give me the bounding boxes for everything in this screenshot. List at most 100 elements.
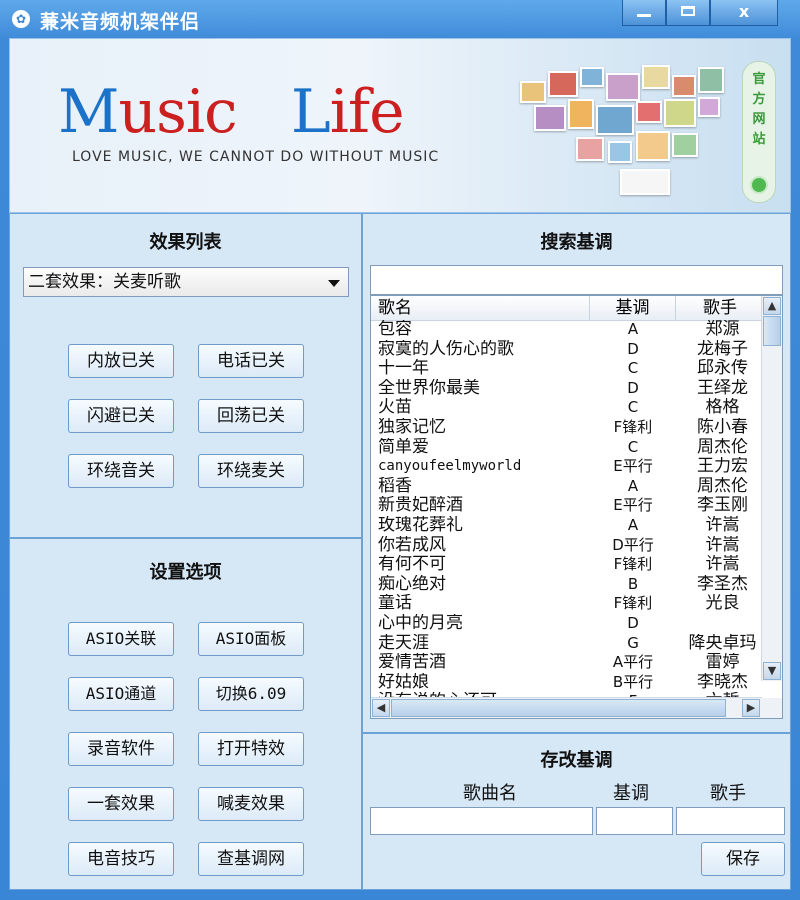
singer-cell: 周杰伦 — [697, 476, 748, 496]
edit-key-title: 存改基调 — [540, 750, 613, 771]
table-row[interactable]: 有何不可 F锋利 许嵩 — [371, 555, 764, 575]
maximize-button[interactable] — [666, 0, 710, 26]
table-row[interactable]: canyoufeelmyworld E平行 王力宏 — [371, 457, 764, 477]
scroll-up-icon[interactable]: ▲ — [763, 297, 781, 315]
minimize-button[interactable] — [622, 0, 666, 26]
scroll-down-icon[interactable]: ▼ — [763, 662, 781, 680]
key-cell: G — [627, 633, 639, 652]
song-cell: canyoufeelmyworld — [378, 458, 522, 475]
table-row[interactable]: 爱情苦酒 A平行 雷婷 — [371, 653, 764, 673]
key-cell: A — [627, 476, 639, 495]
scroll-corner — [762, 698, 782, 718]
song-cell: 包容 — [378, 320, 412, 339]
column-song[interactable]: 歌名 — [371, 296, 590, 320]
electro-tips-button[interactable]: 电音技巧 — [68, 842, 174, 876]
singer-cell: 光良 — [705, 594, 740, 614]
table-row[interactable]: 包容 A 郑源 — [371, 320, 764, 340]
logo-l: L — [290, 77, 331, 147]
search-title: 搜索基调 — [540, 232, 613, 253]
table-row[interactable]: 十一年 C 邱永传 — [371, 359, 764, 379]
scroll-thumb[interactable] — [763, 316, 781, 346]
table-row[interactable]: 稻香 A 周杰伦 — [371, 477, 764, 497]
key-lookup-site-button[interactable]: 查基调网 — [198, 842, 304, 876]
site-globe-icon — [750, 176, 768, 194]
reverb-button[interactable]: 回荡已关 — [198, 399, 304, 433]
song-key-list[interactable]: 歌名 基调 歌手 包容 A 郑源 寂寞的人伤心的歌 D 龙梅子 十一年 C 邱永传 全世界你最美 D… — [370, 295, 783, 719]
table-row[interactable]: 火苗 C 格格 — [371, 398, 764, 418]
table-row[interactable]: 你若成风 D平行 许嵩 — [371, 536, 764, 556]
table-row[interactable]: 全世界你最美 D 王绎龙 — [371, 379, 764, 399]
table-row[interactable]: 痴心绝对 B 李圣杰 — [371, 575, 764, 595]
table-row[interactable]: 新贵妃醉酒 E平行 李玉刚 — [371, 496, 764, 516]
table-row[interactable]: 独家记忆 F锋利 陈小春 — [371, 418, 764, 438]
vertical-scrollbar[interactable]: ▲ ▼ — [761, 296, 782, 681]
song-cell: 十一年 — [378, 359, 429, 379]
inner-play-button[interactable]: 内放已关 — [68, 344, 174, 378]
settings-title: 设置选项 — [149, 562, 222, 583]
save-button[interactable]: 保存 — [701, 842, 785, 876]
key-cell: C — [627, 398, 639, 417]
logo-ife: ife — [329, 77, 405, 147]
app-window: ✿ 蒹米音频机架伴侣 x Music Life LOVE MUSIC, WE C… — [0, 0, 800, 900]
song-cell: 火苗 — [378, 398, 412, 418]
asio-link-button[interactable]: ASIO关联 — [68, 622, 174, 656]
song-name-label: 歌曲名 — [463, 783, 517, 804]
asio-panel-button[interactable]: ASIO面板 — [198, 622, 304, 656]
key-cell: F锋利 — [613, 594, 653, 613]
phone-button[interactable]: 电话已关 — [198, 344, 304, 378]
close-button[interactable]: x — [710, 0, 778, 26]
scroll-right-icon[interactable]: ▶ — [742, 699, 760, 717]
table-row[interactable]: 玫瑰花葬礼 A 许嵩 — [371, 516, 764, 536]
table-row[interactable]: 童话 F锋利 光良 — [371, 594, 764, 614]
effect-preset-select[interactable]: 二套效果：关麦听歌 — [23, 267, 349, 297]
surround-sound-button[interactable]: 环绕音关 — [68, 454, 174, 488]
list-header: 歌名 基调 歌手 — [371, 296, 764, 321]
column-singer[interactable]: 歌手 — [676, 296, 764, 320]
open-effects-button[interactable]: 打开特效 — [198, 732, 304, 766]
table-row[interactable]: 好姑娘 B平行 李晓杰 — [371, 673, 764, 693]
photo-frames-decoration — [480, 61, 750, 201]
table-row[interactable]: 简单爱 C 周杰伦 — [371, 438, 764, 458]
song-cell: 全世界你最美 — [378, 378, 480, 398]
song-cell: 有何不可 — [378, 555, 446, 575]
search-input[interactable] — [370, 265, 783, 295]
asio-channel-button[interactable]: ASIO通道 — [68, 677, 174, 711]
list-rows: 包容 A 郑源 寂寞的人伤心的歌 D 龙梅子 十一年 C 邱永传 全世界你最美 D 王绎龙 火苗 C 格格独… — [371, 320, 764, 712]
key-input[interactable] — [596, 807, 673, 835]
ducking-button[interactable]: 闪避已关 — [68, 399, 174, 433]
column-key[interactable]: 基调 — [590, 296, 676, 320]
horizontal-scroll-thumb[interactable] — [391, 699, 726, 717]
preset-one-button[interactable]: 一套效果 — [68, 787, 174, 821]
key-cell: D — [627, 378, 639, 397]
music-life-logo: Music Life — [58, 77, 405, 147]
table-row[interactable]: 寂寞的人伤心的歌 D 龙梅子 — [371, 340, 764, 360]
surround-mic-button[interactable]: 环绕麦关 — [198, 454, 304, 488]
song-cell: 爱情苦酒 — [378, 653, 446, 673]
window-title: 蒹米音频机架伴侣 — [40, 11, 201, 33]
singer-cell: 许嵩 — [705, 555, 740, 575]
singer-cell: 李圣杰 — [697, 574, 748, 594]
song-cell: 心中的月亮 — [378, 613, 463, 633]
recording-software-button[interactable]: 录音软件 — [68, 732, 174, 766]
table-row[interactable]: 走天涯 G 降央卓玛 — [371, 634, 764, 654]
singer-input[interactable] — [676, 807, 785, 835]
key-cell: B — [627, 574, 639, 593]
singer-cell: 邱永传 — [697, 359, 748, 379]
song-cell: 玫瑰花葬礼 — [378, 515, 463, 535]
singer-cell: 格格 — [705, 398, 740, 418]
title-bar[interactable]: ✿ 蒹米音频机架伴侣 x — [0, 0, 800, 38]
horizontal-scrollbar[interactable]: ◀ ▶ — [371, 697, 762, 718]
song-cell: 好姑娘 — [378, 672, 429, 692]
song-cell: 新贵妃醉酒 — [378, 496, 463, 516]
logo-m: M — [58, 77, 119, 147]
switch-version-button[interactable]: 切换6.09 — [198, 677, 304, 711]
official-site-link[interactable]: 官方网站 — [742, 61, 776, 203]
table-row[interactable]: 心中的月亮 D — [371, 614, 764, 634]
key-cell: E平行 — [613, 496, 653, 515]
scroll-left-icon[interactable]: ◀ — [372, 699, 390, 717]
singer-cell: 陈小春 — [697, 417, 748, 437]
singer-cell: 龙梅子 — [697, 339, 748, 359]
song-name-input[interactable] — [370, 807, 593, 835]
singer-cell: 李玉刚 — [697, 496, 748, 516]
mc-effect-button[interactable]: 喊麦效果 — [198, 787, 304, 821]
